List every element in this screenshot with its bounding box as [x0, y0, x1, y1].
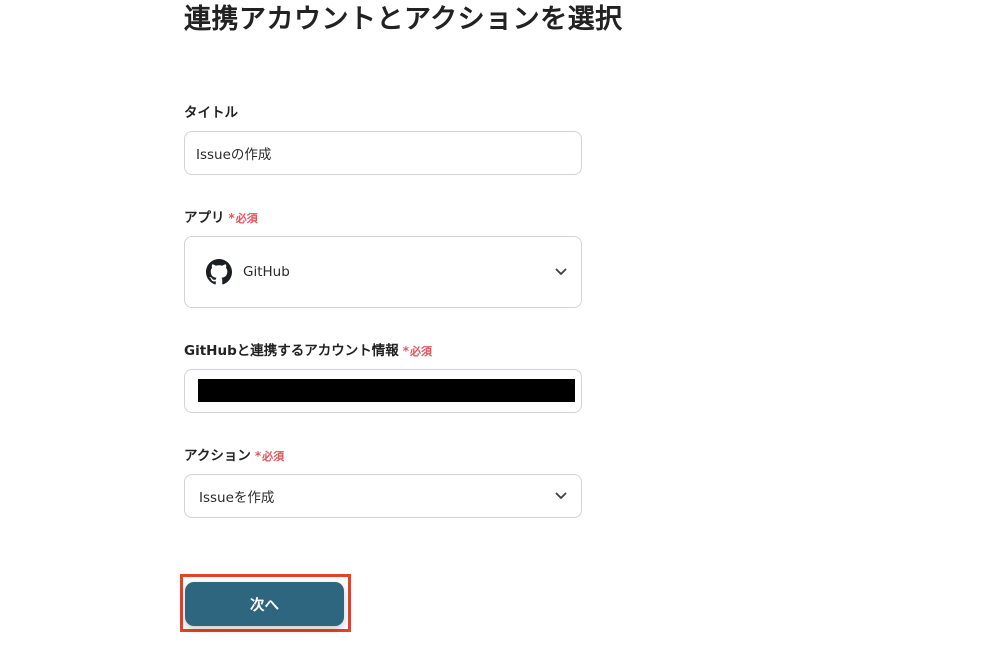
- account-label-text: GitHubと連携するアカウント情報: [184, 343, 399, 359]
- required-star-icon: *: [228, 211, 235, 225]
- required-star-icon: *: [254, 449, 262, 463]
- redacted-account-value: [198, 379, 575, 402]
- github-icon: [206, 259, 232, 285]
- title-input[interactable]: Issueの作成: [184, 131, 582, 175]
- action-select[interactable]: Issueを作成: [184, 474, 582, 518]
- action-select-value: Issueを作成: [199, 490, 275, 506]
- required-badge: *必須: [254, 449, 285, 463]
- title-label-text: タイトル: [184, 105, 238, 121]
- required-text: 必須: [410, 345, 433, 358]
- account-field-label: GitHubと連携するアカウント情報 *必須: [184, 342, 432, 361]
- required-text: 必須: [235, 212, 258, 225]
- app-select-value: GitHub: [243, 264, 290, 280]
- app-select[interactable]: GitHub: [184, 236, 582, 308]
- title-field-label: タイトル: [184, 104, 238, 122]
- chevron-down-icon: [555, 492, 567, 499]
- page-title: 連携アカウントとアクションを選択: [184, 4, 623, 35]
- account-select[interactable]: [184, 369, 582, 413]
- required-star-icon: *: [402, 344, 410, 358]
- required-badge: *必須: [402, 344, 433, 358]
- app-label-text: アプリ: [184, 210, 225, 226]
- chevron-down-icon: [555, 268, 567, 275]
- action-field-label: アクション *必須: [184, 447, 284, 466]
- action-label-text: アクション: [184, 448, 251, 464]
- app-field-label: アプリ *必須: [184, 209, 258, 228]
- next-button[interactable]: 次へ: [185, 582, 344, 626]
- title-input-value: Issueの作成: [196, 147, 272, 163]
- required-text: 必須: [262, 450, 285, 463]
- required-badge: *必須: [228, 211, 258, 225]
